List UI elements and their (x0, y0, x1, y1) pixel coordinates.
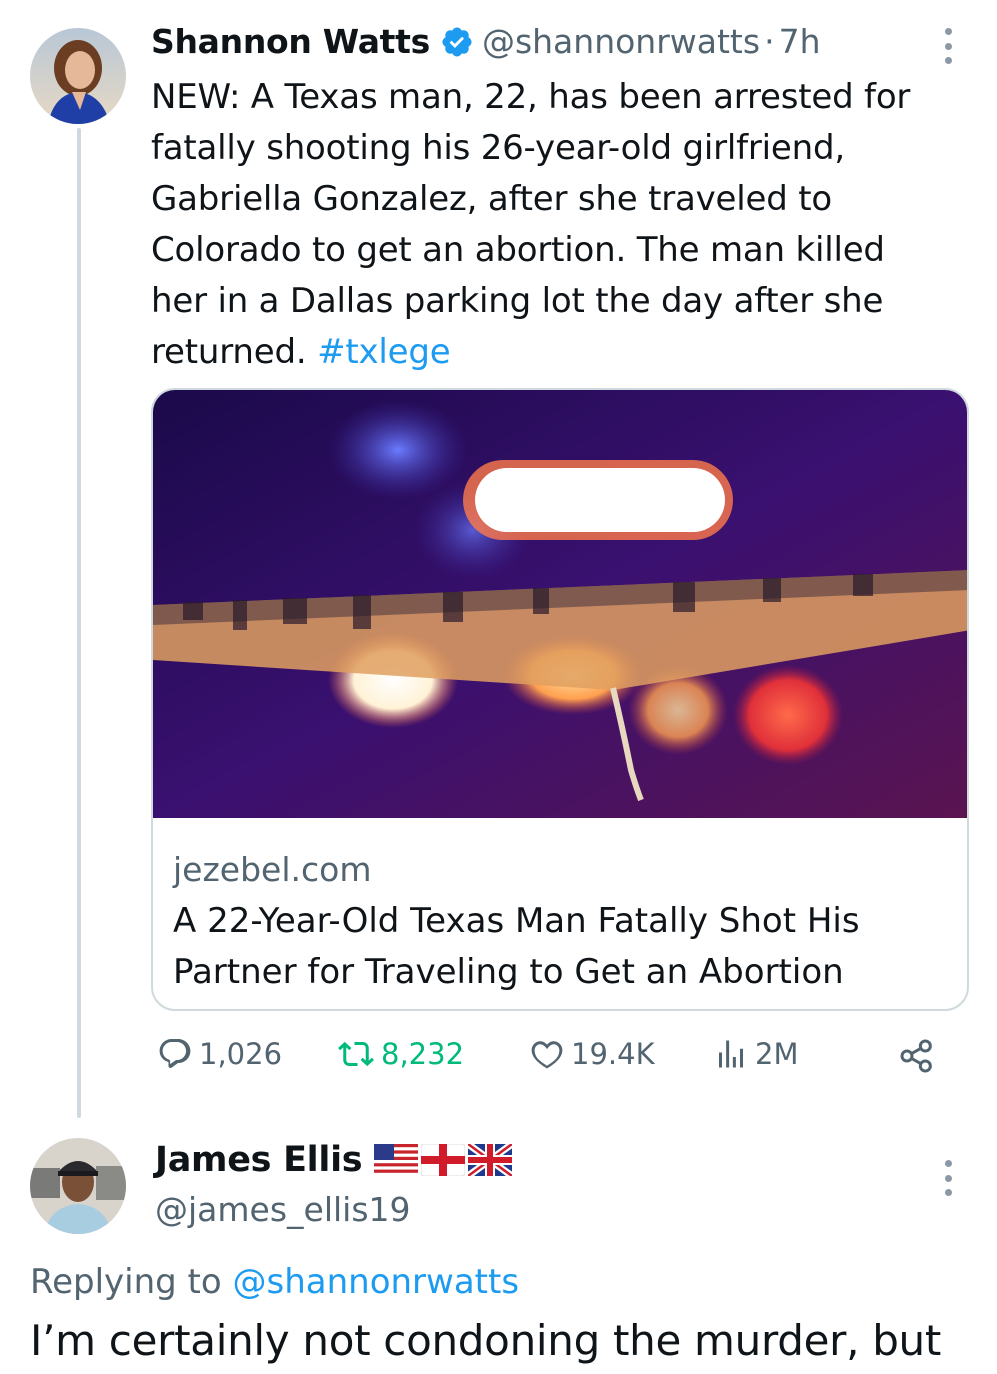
tweet-header: Shannon Watts @shannonrwatts · 7h (151, 22, 821, 61)
like-button[interactable]: 19.4K (529, 1036, 655, 1072)
article-image (153, 390, 967, 818)
views-button[interactable]: 2M (713, 1036, 798, 1072)
us-flag-icon (374, 1144, 419, 1176)
reply-author-handle[interactable]: @james_ellis19 (155, 1190, 411, 1229)
timestamp[interactable]: 7h (779, 22, 821, 61)
replying-prefix: Replying to (30, 1262, 222, 1302)
replying-to-handle[interactable]: @shannonrwatts (233, 1262, 520, 1302)
like-count: 19.4K (571, 1037, 655, 1071)
uk-flag-icon (468, 1144, 513, 1176)
share-button[interactable] (897, 1036, 943, 1076)
author-handle[interactable]: @shannonrwatts (482, 22, 760, 61)
hashtag-link[interactable]: #txlege (317, 332, 451, 372)
reply-author-avatar[interactable] (30, 1138, 126, 1234)
separator-dot: · (764, 22, 775, 61)
views-count: 2M (755, 1037, 799, 1071)
reply-author-name-row: James Ellis (155, 1140, 513, 1180)
heart-icon (531, 1041, 563, 1069)
author-avatar[interactable] (30, 28, 126, 124)
share-icon (900, 1039, 932, 1073)
tweet-text: NEW: A Texas man, 22, has been arrested … (151, 72, 951, 378)
england-flag-icon (421, 1144, 466, 1176)
more-options-icon[interactable] (942, 28, 954, 64)
reply-icon (159, 1039, 191, 1068)
retweet-icon (338, 1041, 374, 1067)
reply-count: 1,026 (199, 1037, 283, 1071)
retweet-button[interactable]: 8,232 (337, 1036, 464, 1072)
thread-connector-line (77, 128, 81, 1118)
reply-author-name[interactable]: James Ellis (155, 1140, 363, 1180)
link-preview-card[interactable]: jezebel.com A 22-Year-Old Texas Man Fata… (151, 388, 969, 1011)
reply-more-options-icon[interactable] (942, 1160, 954, 1196)
card-domain: jezebel.com (173, 850, 372, 889)
replying-to-line: Replying to @shannonrwatts (30, 1262, 519, 1302)
flag-emojis (374, 1144, 513, 1176)
card-title: A 22-Year-Old Texas Man Fatally Shot His… (173, 901, 860, 992)
reply-button[interactable]: 1,026 (157, 1036, 282, 1072)
author-name[interactable]: Shannon Watts (151, 22, 430, 61)
verified-badge-icon (440, 25, 474, 59)
reply-text: I’m certainly not condoning the murder, … (30, 1316, 942, 1365)
retweet-count: 8,232 (381, 1037, 465, 1071)
views-chart-icon (719, 1040, 743, 1068)
tweet-body: NEW: A Texas man, 22, has been arrested … (151, 77, 911, 372)
tweet-actions-bar: 1,026 8,232 19.4K 2M (151, 1036, 951, 1084)
